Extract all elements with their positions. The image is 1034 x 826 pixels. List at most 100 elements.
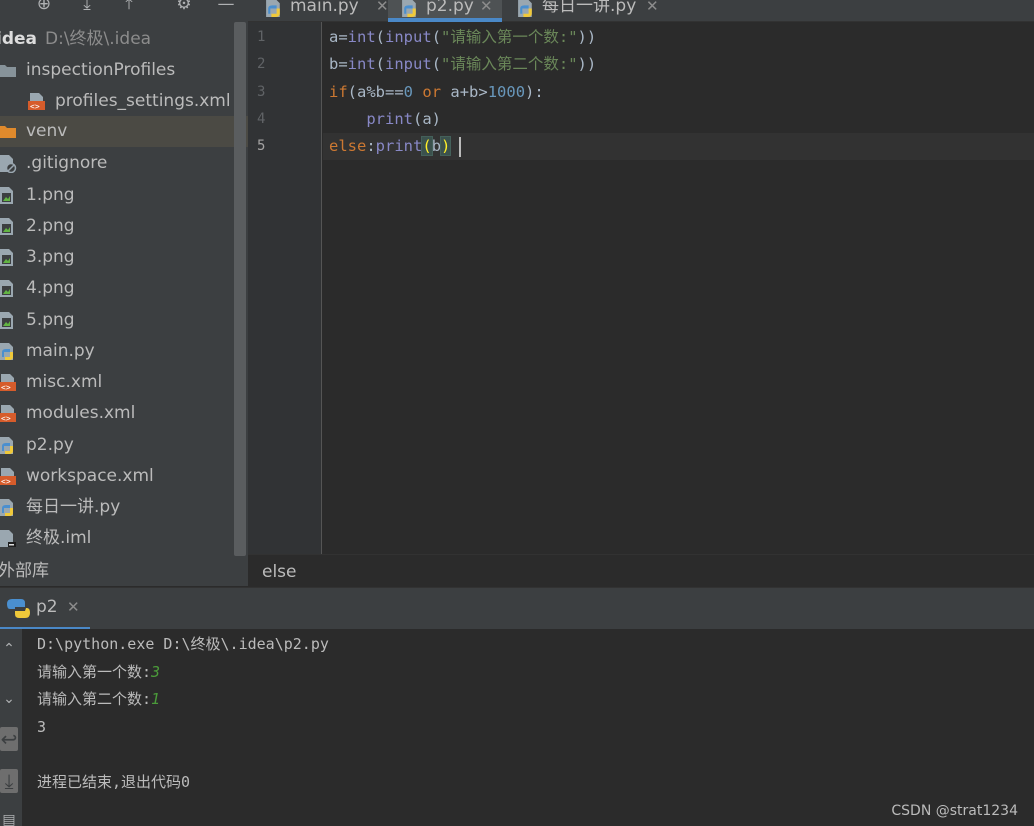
scroll-down-icon[interactable]: ⌄ [0,691,18,707]
project-scrollbar[interactable] [234,22,246,556]
xml-file-icon: <> [28,93,45,111]
xml-file-icon: <> [0,468,16,486]
tree-item-main-py[interactable]: main.py [0,336,248,367]
tree-item-label: 每日一讲.py [26,497,121,517]
add-content-root-icon[interactable]: ⊕ [34,0,54,14]
editor-tab-bar: main.py ✕ p2.py ✕ 每日一讲.py ✕ [248,0,1034,22]
tree-item-modules-xml[interactable]: <> modules.xml [0,398,248,429]
code-token: (a%b== [347,83,404,101]
tree-item-gitignore[interactable]: .gitignore [0,148,248,179]
watermark: CSDN @strat1234 [891,803,1018,819]
tab-daily-talk-py[interactable]: 每日一讲.py ✕ [510,0,670,22]
project-toolbar: ⊕ ⤓ ⤒ ⚙ — [0,0,248,20]
project-root-name: idea [0,29,37,49]
console-user-input: 1 [151,690,161,708]
breadcrumb[interactable]: else [248,554,1034,586]
console-line: 进程已结束,退出代码0 [37,773,191,791]
tree-item-label: 4.png [26,278,75,298]
close-icon[interactable]: ✕ [646,0,659,18]
code-token: input [385,55,432,73]
code-token: 1000 [487,83,526,101]
tree-item-4-png[interactable]: 4.png [0,273,248,304]
code-token: int [347,55,376,73]
code-token: )) [577,28,597,46]
tree-item-label: 1.png [26,185,75,205]
console-line: 请输入第二个数:1 [37,690,161,708]
run-tab-label: p2 [36,597,58,617]
breadcrumb-item[interactable]: else [262,562,297,582]
tree-item-profiles-settings[interactable]: <> profiles_settings.xml [0,86,248,117]
module-file-icon [0,530,16,547]
tab-label: p2.py [426,0,474,16]
tree-item-1-png[interactable]: 1.png [0,180,248,211]
expand-all-icon[interactable]: ⤓ [77,0,97,14]
close-icon[interactable]: ✕ [480,0,493,18]
python-icon [7,599,30,618]
tree-item-misc-xml[interactable]: <> misc.xml [0,367,248,398]
image-file-icon [0,218,13,235]
tree-item-module-iml[interactable]: 终极.iml [0,523,248,554]
console-output[interactable]: D:\python.exe D:\终极\.idea\p2.py 请输入第一个数:… [22,629,1034,826]
svg-text:<>: <> [1,383,11,392]
python-file-icon [402,0,416,17]
image-file-icon [0,312,13,329]
svg-text:<>: <> [1,414,11,423]
code-token: ( [431,28,442,46]
print-icon[interactable]: ▤ [0,812,18,826]
code-token: ( [375,28,386,46]
code-token: : [366,137,376,155]
tree-item-workspace-xml[interactable]: <> workspace.xml [0,461,248,492]
line-number-gutter[interactable]: 1 2 3 4 5 [248,22,322,554]
code-token: input [385,28,432,46]
image-file-icon [0,187,13,204]
close-icon[interactable]: ✕ [376,0,389,18]
python-file-icon [518,0,532,17]
tree-item-label: venv [26,121,68,141]
tree-item-daily-talk-py[interactable]: 每日一讲.py [0,492,248,523]
tree-item-inspectionprofiles[interactable]: inspectionProfiles [0,55,248,86]
python-file-icon [0,499,13,516]
code-line[interactable]: if(a%b==0 or a+b>1000): [329,79,544,106]
tree-item-label: misc.xml [26,372,103,392]
python-file-icon [0,343,13,360]
code-editor[interactable]: 1 2 3 4 5 a=int(input("请输入第一个数:")) b=int… [248,22,1034,554]
tree-item-2-png[interactable]: 2.png [0,211,248,242]
run-tab-p2[interactable]: p2 ✕ [0,588,90,630]
tree-item-label: 3.png [26,247,75,267]
text-caret [459,137,461,157]
code-token: "请输入第一个数:" [441,28,578,46]
run-tool-window-header: p2 ✕ [0,587,1034,630]
tree-item-external-libraries[interactable]: 外部库 [0,558,49,584]
tree-item-p2-py[interactable]: p2.py [0,430,248,461]
line-number: 5 [257,138,266,154]
tree-item-venv[interactable]: venv [0,116,248,147]
code-token: b= [329,55,348,73]
code-line[interactable]: b=int(input("请输入第二个数:")) [329,51,596,78]
code-token: a+b> [441,83,488,101]
image-file-icon [0,280,13,297]
tree-item-label: profiles_settings.xml [55,91,231,111]
tree-item-label: modules.xml [26,403,136,423]
close-icon[interactable]: ✕ [67,598,80,616]
svg-text:<>: <> [30,102,40,111]
code-token: int [347,28,376,46]
tab-main-py[interactable]: main.py ✕ [260,0,389,22]
hide-icon[interactable]: — [216,0,236,14]
tree-item-label: .gitignore [26,153,108,173]
code-line[interactable]: print(a) [329,106,441,133]
code-line[interactable]: a=int(input("请输入第一个数:")) [329,24,596,51]
project-root-node[interactable]: idea D:\终极\.idea [0,28,151,50]
scroll-up-icon[interactable]: ⌃ [0,641,18,657]
tree-item-3-png[interactable]: 3.png [0,242,248,273]
scroll-to-end-icon[interactable]: ⤓ [0,769,18,793]
tree-item-5-png[interactable]: 5.png [0,305,248,336]
code-line[interactable]: else:print(b) [329,133,452,160]
collapse-all-icon[interactable]: ⤒ [119,0,139,14]
line-number: 3 [257,84,266,100]
tab-p2-py[interactable]: p2.py ✕ [388,0,502,22]
ignored-file-icon [0,155,17,173]
gear-icon[interactable]: ⚙ [174,0,194,14]
code-token: "请输入第二个数:" [441,55,578,73]
soft-wrap-icon[interactable]: ↩ [0,727,18,751]
